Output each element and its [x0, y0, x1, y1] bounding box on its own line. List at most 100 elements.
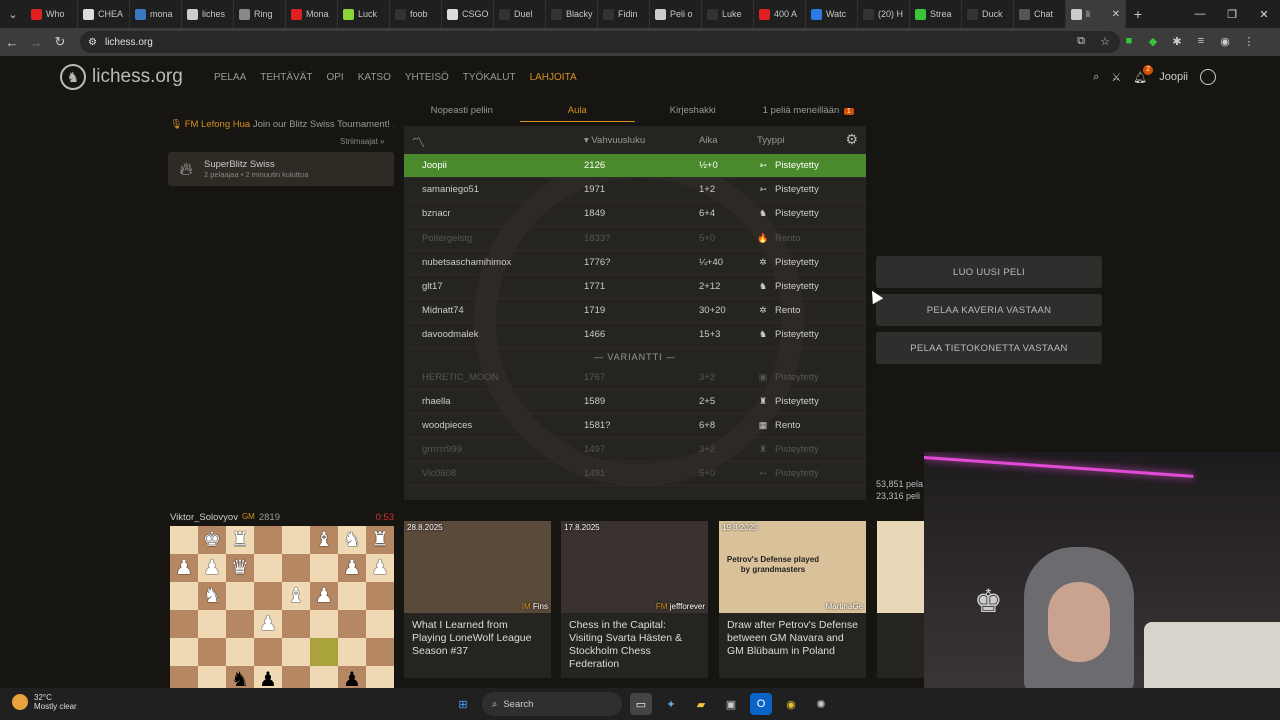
board-square[interactable]: [170, 582, 198, 610]
reload-icon[interactable]: ↻: [48, 30, 72, 54]
board-square[interactable]: ♟: [254, 666, 282, 688]
back-icon[interactable]: ←: [0, 30, 24, 54]
board-square[interactable]: ♟: [338, 554, 366, 582]
board-square[interactable]: [226, 610, 254, 638]
browser-tab[interactable]: Mona: [286, 0, 338, 28]
tab-ongoing-games[interactable]: 1 peliä meneillään 1: [751, 100, 867, 122]
browser-tab[interactable]: Strea: [910, 0, 962, 28]
board-square[interactable]: [282, 526, 310, 554]
minimize-icon[interactable]: —: [1184, 0, 1216, 28]
browser-tab[interactable]: li ✕: [1066, 0, 1126, 28]
browser-tab[interactable]: Duel: [494, 0, 546, 28]
outlook-icon[interactable]: O: [750, 693, 772, 715]
board-square[interactable]: [198, 638, 226, 666]
extensions-puzzle-icon[interactable]: ✱: [1168, 32, 1186, 50]
nav-play[interactable]: PELAA: [214, 72, 246, 83]
board-square[interactable]: [226, 582, 254, 610]
tab-search-icon[interactable]: ⌄: [0, 0, 26, 28]
board-square[interactable]: [198, 610, 226, 638]
board-square[interactable]: ♝: [282, 582, 310, 610]
board-square[interactable]: ♟: [310, 582, 338, 610]
site-info-icon[interactable]: ⚙: [88, 37, 97, 48]
browser-tab[interactable]: Ring: [234, 0, 286, 28]
nav-community[interactable]: YHTEISÖ: [405, 72, 449, 83]
board-square[interactable]: ♞: [226, 666, 254, 688]
col-time[interactable]: Aika: [699, 135, 757, 146]
featured-stream[interactable]: 🎙︎ FM Lefong Hua Join our Blitz Swiss To…: [170, 119, 394, 130]
tab-quick-pairing[interactable]: Nopeasti peliin: [404, 100, 520, 122]
browser-tab[interactable]: (20) H: [858, 0, 910, 28]
store-icon[interactable]: ▣: [720, 693, 742, 715]
nav-puzzles[interactable]: TEHTÄVÄT: [260, 72, 312, 83]
nav-tools[interactable]: TYÖKALUT: [463, 72, 516, 83]
site-logo[interactable]: ♞ lichess.org: [60, 64, 183, 90]
gear-icon[interactable]: ⚙: [845, 131, 858, 148]
board-square[interactable]: [338, 610, 366, 638]
lobby-row[interactable]: Vic0608 1491 5+0 ➳ Pisteytetty: [404, 462, 866, 487]
board-square[interactable]: [310, 610, 338, 638]
board-square[interactable]: [366, 610, 394, 638]
lobby-row[interactable]: HERETIC_MOON 1767 3+2 ▣ Pisteytetty: [404, 366, 866, 390]
app-icon[interactable]: ✺: [810, 693, 832, 715]
lobby-row[interactable]: Poltergeistg 1833? 5+0 🔥 Rento: [404, 227, 866, 251]
blog-card[interactable]: 19.8.2025 Petrov's Defense played by gran…: [719, 521, 866, 678]
board-square[interactable]: ♟: [254, 610, 282, 638]
board-square[interactable]: [254, 582, 282, 610]
lobby-row[interactable]: nubetsaschamihimox 1776? ¼+40 ✲ Pisteytetty: [404, 251, 866, 275]
windows-start-icon[interactable]: ⊞: [452, 693, 474, 715]
tournament-card[interactable]: 🔥︎ SuperBlitz Swiss 2 pelaajaa • 2 minuu…: [168, 152, 394, 186]
nav-donate[interactable]: LAHJOITA: [530, 72, 577, 83]
browser-tab[interactable]: Luck: [338, 0, 390, 28]
blog-card-partial[interactable]: [877, 521, 924, 678]
blog-card[interactable]: 28.8.2025 IM Fins What I Learned from Play…: [404, 521, 551, 678]
board-square[interactable]: [310, 554, 338, 582]
board-square[interactable]: ♛: [226, 554, 254, 582]
profile-icon[interactable]: ◉: [1216, 32, 1234, 50]
maximize-icon[interactable]: ❐: [1216, 0, 1248, 28]
browser-tab[interactable]: Duck: [962, 0, 1014, 28]
browser-tab[interactable]: Chat: [1014, 0, 1066, 28]
board-square[interactable]: [282, 666, 310, 688]
board-square[interactable]: [366, 638, 394, 666]
board-square[interactable]: [366, 582, 394, 610]
tab-close-icon[interactable]: ✕: [1112, 9, 1120, 20]
board-square[interactable]: [254, 554, 282, 582]
task-view-icon[interactable]: ▭: [630, 693, 652, 715]
col-rating[interactable]: ▾ Vahvuusluku: [584, 135, 699, 146]
board-square[interactable]: [254, 526, 282, 554]
board-square[interactable]: [198, 666, 226, 688]
blog-card[interactable]: 17.8.2025 FM jeffforever Chess in the Capi…: [561, 521, 708, 678]
taskbar-search[interactable]: ⌕ Search: [482, 692, 622, 716]
lobby-row[interactable]: glt17 1771 2+12 ♞ Pisteytetty: [404, 275, 866, 300]
board-square[interactable]: [282, 638, 310, 666]
lobby-row[interactable]: rhaella 1589 2+5 ♜ Pisteytetty: [404, 390, 866, 414]
board-square[interactable]: ♞: [338, 526, 366, 554]
board-square[interactable]: ♚: [198, 526, 226, 554]
new-tab-button[interactable]: +: [1126, 6, 1150, 22]
browser-tab[interactable]: Who: [26, 0, 78, 28]
browser-tab[interactable]: 400 A: [754, 0, 806, 28]
notification-bell-icon[interactable]: 🔔︎ 2: [1133, 64, 1154, 84]
lobby-row[interactable]: Joopii 2126 ½+0 ➳ Pisteytetty: [404, 154, 866, 179]
browser-tab[interactable]: Blacky: [546, 0, 598, 28]
board-square[interactable]: ♟: [198, 554, 226, 582]
graph-icon[interactable]: 〽: [412, 132, 425, 151]
board-square[interactable]: ♞: [198, 582, 226, 610]
user-avatar-icon[interactable]: [1200, 69, 1216, 85]
play-friend-button[interactable]: PELAA KAVERIA VASTAAN: [876, 294, 1102, 326]
lobby-row[interactable]: Midnatt74 1719 30+20 ✲ Rento: [404, 299, 866, 324]
close-window-icon[interactable]: ✕: [1248, 0, 1280, 28]
board-square[interactable]: [170, 666, 198, 688]
create-game-button[interactable]: LUO UUSI PELI: [876, 256, 1102, 288]
board-square[interactable]: [170, 526, 198, 554]
media-icon[interactable]: ≡: [1192, 32, 1210, 50]
extension-green-icon[interactable]: ■: [1120, 32, 1138, 50]
board-square[interactable]: ♜: [226, 526, 254, 554]
nav-watch[interactable]: KATSO: [358, 72, 391, 83]
board-square[interactable]: ♜: [366, 526, 394, 554]
play-computer-button[interactable]: PELAA TIETOKONETTA VASTAAN: [876, 332, 1102, 364]
board-square[interactable]: [310, 666, 338, 688]
lobby-row[interactable]: woodpieces 1581? 6+8 ▦ Rento: [404, 414, 866, 439]
challenge-swords-icon[interactable]: ⚔: [1111, 71, 1121, 84]
forward-icon[interactable]: →: [24, 30, 48, 54]
